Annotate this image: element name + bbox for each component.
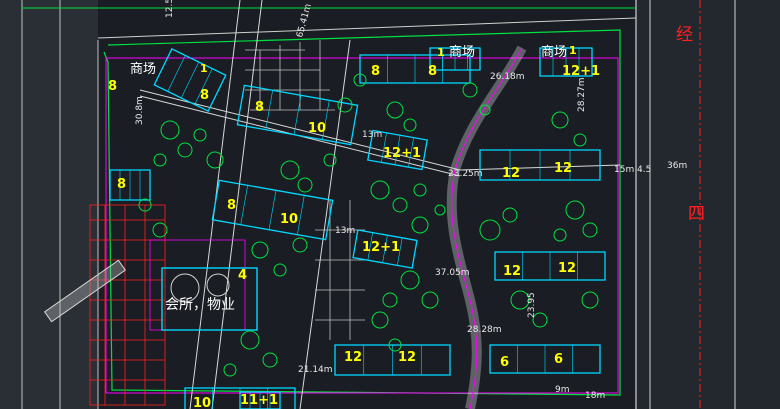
- floor-count-label: 6: [500, 355, 509, 370]
- site-plan-canvas: 商场 商场 商场 1 1 1 会所，物业 4 经 四 8 8 8 8 12+1 8 10 12…: [0, 0, 780, 409]
- dimension-label: 36m: [667, 161, 687, 171]
- floor-count-label: 12: [344, 350, 362, 365]
- left-road: [0, 0, 98, 409]
- floor-count-label: 10: [280, 212, 298, 227]
- floor-count-label: 6: [554, 352, 563, 367]
- dimension-label: 4.5: [637, 165, 651, 175]
- shop-label: 商场: [541, 45, 567, 60]
- floor-count-label: 12+1: [562, 64, 600, 79]
- dimension-label: 18m: [585, 391, 605, 401]
- right-road: [636, 0, 780, 409]
- dimension-label: 13m: [335, 226, 355, 236]
- dimension-label: 13m: [362, 130, 382, 140]
- shop-label: 商场: [449, 45, 475, 60]
- street-label: 经: [676, 25, 693, 45]
- floor-count-label: 12: [558, 261, 576, 276]
- floor-count-label: 10: [193, 396, 211, 409]
- floor-count-label: 10: [308, 121, 326, 136]
- dimension-label: 23.25m: [448, 169, 483, 179]
- dimension-label: 21.14m: [298, 365, 333, 375]
- floor-count-label: 12: [554, 161, 572, 176]
- floor-count-label: 8: [108, 79, 117, 94]
- dimension-label: 30.8m: [135, 96, 145, 125]
- floor-count-label: 8: [117, 177, 126, 192]
- floor-count-label: 11+1: [240, 393, 278, 408]
- shop-number: 1: [437, 46, 445, 59]
- floor-count-label: 12+1: [362, 240, 400, 255]
- floor-count-label: 8: [428, 64, 437, 79]
- dimension-label: 37.05m: [435, 268, 470, 278]
- dimension-label: 9m: [555, 385, 570, 395]
- floor-count-label: 8: [255, 100, 264, 115]
- floor-count-label: 8: [200, 88, 209, 103]
- street-label: 四: [688, 204, 705, 224]
- floor-count-label: 8: [227, 198, 236, 213]
- dimension-label: 15m: [614, 165, 634, 175]
- floor-count-label: 12: [502, 166, 520, 181]
- floor-count-label: 12+1: [383, 146, 421, 161]
- floor-count-label: 12: [398, 350, 416, 365]
- shop-label: 商场: [130, 62, 156, 77]
- dimension-label: 28.27m: [577, 77, 587, 112]
- dimension-label: 28.28m: [467, 325, 502, 335]
- clubhouse-floor-count: 4: [238, 268, 247, 283]
- shop-number: 1: [569, 44, 577, 57]
- floor-count-label: 12: [503, 264, 521, 279]
- dimension-label: 23.95: [527, 292, 537, 318]
- clubhouse-label: 会所，物业: [165, 297, 235, 313]
- shop-number: 1: [200, 62, 208, 75]
- dimension-label: 26.18m: [490, 72, 525, 82]
- dimension-label: 12.59m: [165, 0, 175, 18]
- floor-count-label: 8: [371, 64, 380, 79]
